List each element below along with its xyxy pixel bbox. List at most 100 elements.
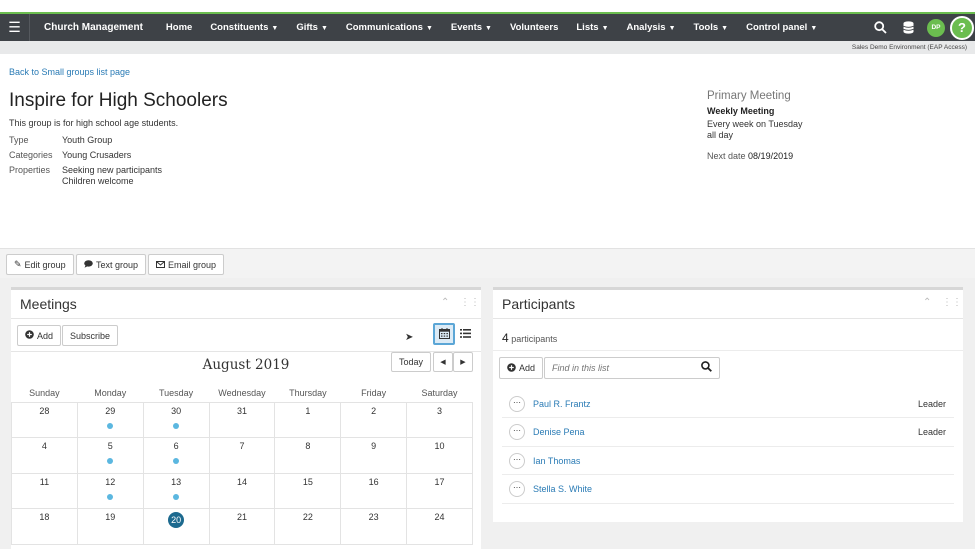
meeting-schedule: Every week on Tuesday (707, 119, 803, 129)
nav-item-tools[interactable]: Tools ▼ (685, 22, 738, 33)
nav-item-volunteers[interactable]: Volunteers (501, 22, 567, 33)
calendar-day-cell[interactable]: 23 (340, 508, 408, 545)
date-number: 29 (105, 405, 116, 416)
calendar-day-cell[interactable]: 10 (406, 437, 473, 474)
categories-value: Young Crusaders (62, 150, 132, 160)
caret-down-icon: ▼ (668, 25, 676, 32)
nav-item-gifts[interactable]: Gifts ▼ (287, 22, 337, 33)
nav-item-communications[interactable]: Communications ▼ (337, 22, 442, 33)
calendar-day-cell[interactable]: 12 (76, 472, 144, 509)
more-options-icon[interactable]: ⋯ (509, 452, 525, 469)
event-dot[interactable] (173, 458, 180, 464)
participant-name[interactable]: Stella S. White (533, 484, 946, 494)
drag-handle-icon[interactable]: ⋮⋮ (942, 297, 962, 308)
participant-name[interactable]: Paul R. Frantz (533, 399, 918, 409)
edit-group-button[interactable]: ✎ Edit group (6, 254, 74, 275)
event-dot[interactable] (173, 422, 180, 429)
event-dot[interactable] (107, 458, 114, 464)
subscribe-button[interactable]: Subscribe (62, 325, 119, 346)
calendar-day-cell[interactable]: 17 (406, 472, 473, 509)
database-icon[interactable] (894, 14, 922, 41)
calendar-day-cell[interactable]: 2 (340, 401, 408, 438)
more-options-icon[interactable]: ⋯ (509, 481, 525, 497)
nav-menu: Home Constituents ▼ Gifts ▼ Communications ▼ Ev… (157, 22, 826, 33)
next-month-button[interactable]: ▶ (453, 352, 473, 372)
text-group-button[interactable]: Text group (76, 254, 147, 275)
nav-item-constituents[interactable]: Constituents ▼ (201, 22, 287, 33)
today-button[interactable]: Today (391, 352, 432, 372)
next-date-label: Next date (707, 151, 746, 161)
top-nav: ☰ Church Management Home Constituents ▼ Gif… (0, 12, 975, 41)
collapse-icon[interactable]: ⌃ (923, 297, 931, 308)
calendar-day-cell[interactable]: 28 (11, 401, 78, 438)
more-options-icon[interactable]: ⋯ (509, 395, 525, 412)
search-icon[interactable] (701, 361, 712, 375)
calendar-day-cell[interactable]: 30 (142, 401, 210, 438)
calendar-day-cell[interactable]: 3 (406, 401, 473, 438)
calendar-day-cell[interactable]: 21 (208, 508, 276, 545)
calendar-day-cell[interactable]: 29 (76, 401, 144, 438)
back-link[interactable]: Back to Small groups list page (9, 67, 130, 77)
drag-handle-icon[interactable]: ⋮⋮ (460, 297, 480, 308)
calendar-day-cell[interactable]: 18 (11, 508, 78, 545)
nav-item-analysis[interactable]: Analysis ▼ (618, 22, 685, 33)
list-view-button[interactable] (455, 324, 475, 344)
email-group-button[interactable]: Email group (148, 254, 225, 275)
calendar-day-cell[interactable]: 31 (208, 401, 276, 438)
calendar-day-cell[interactable]: 14 (208, 472, 276, 509)
calendar-day-cell[interactable]: 1 (274, 401, 342, 438)
date-number: 7 (239, 441, 245, 451)
calendar-day-cell[interactable]: 22 (274, 508, 342, 545)
plus-circle-icon (507, 362, 516, 374)
calendar-week-row: 4 5 6 7 8 9 10 (11, 437, 473, 474)
calendar-day-cell[interactable]: 19 (76, 508, 144, 545)
properties-value: Seeking new participants (62, 165, 163, 175)
calendar-day-cell[interactable]: 4 (11, 437, 78, 474)
caret-down-icon: ▼ (271, 25, 279, 32)
calendar-day-cell[interactable]: 8 (274, 437, 342, 474)
group-properties: Type Youth Group Categories Young Crusad… (9, 135, 162, 191)
calendar-day-cell[interactable]: 13 (142, 472, 210, 509)
calendar-day-cell[interactable]: 9 (340, 437, 408, 474)
date-number: 5 (107, 441, 113, 451)
text-group-label: Text group (96, 259, 139, 270)
date-number: 2 (371, 405, 377, 416)
search-icon[interactable] (866, 14, 894, 41)
calendar-day-cell[interactable]: 16 (340, 472, 408, 509)
event-dot[interactable] (107, 493, 114, 500)
help-icon[interactable]: ? (950, 15, 974, 40)
participant-name[interactable]: Denise Pena (533, 427, 918, 437)
add-meeting-button[interactable]: Add (17, 325, 62, 346)
divider (493, 350, 963, 351)
add-participant-button[interactable]: Add (499, 357, 544, 379)
brand-name[interactable]: Church Management (30, 22, 157, 33)
calendar-day-cell[interactable]: 7 (208, 437, 276, 474)
search-input[interactable] (545, 363, 701, 373)
calendar-day-cell[interactable]: 20 (142, 508, 210, 545)
calendar-day-cell[interactable]: 5 (76, 437, 144, 474)
calendar-grid: Sunday Monday Tuesday Wednesday Thursday Frid… (11, 384, 473, 545)
calendar-day-cell[interactable]: 6 (142, 437, 210, 474)
meeting-name: Weekly Meeting (707, 106, 775, 116)
group-description: This group is for high school age studen… (9, 118, 179, 128)
nav-item-control-panel[interactable]: Control panel ▼ (737, 22, 826, 33)
calendar-view-button[interactable] (433, 323, 455, 345)
calendar-day-cell[interactable]: 15 (274, 472, 342, 509)
weekday-label: Wednesday (218, 387, 266, 398)
participant-name[interactable]: Ian Thomas (533, 456, 946, 466)
chevron-left-icon: ◀ (440, 359, 446, 366)
calendar-day-cell[interactable]: 24 (406, 508, 473, 545)
more-options-icon[interactable]: ⋯ (509, 424, 525, 440)
nav-item-events[interactable]: Events ▼ (442, 22, 501, 33)
user-avatar-wrap[interactable]: DP (922, 14, 950, 41)
nav-item-label: Control panel (746, 22, 808, 33)
previous-month-button[interactable]: ◀ (433, 352, 453, 372)
event-dot[interactable] (173, 493, 180, 500)
collapse-icon[interactable]: ⌃ (441, 297, 449, 308)
nav-item-home[interactable]: Home (157, 22, 201, 33)
menu-icon[interactable]: ☰ (0, 14, 30, 41)
nav-item-lists[interactable]: Lists ▼ (567, 22, 617, 33)
avatar[interactable]: DP (927, 18, 945, 37)
calendar-day-cell[interactable]: 11 (11, 472, 78, 509)
event-dot[interactable] (107, 422, 114, 429)
